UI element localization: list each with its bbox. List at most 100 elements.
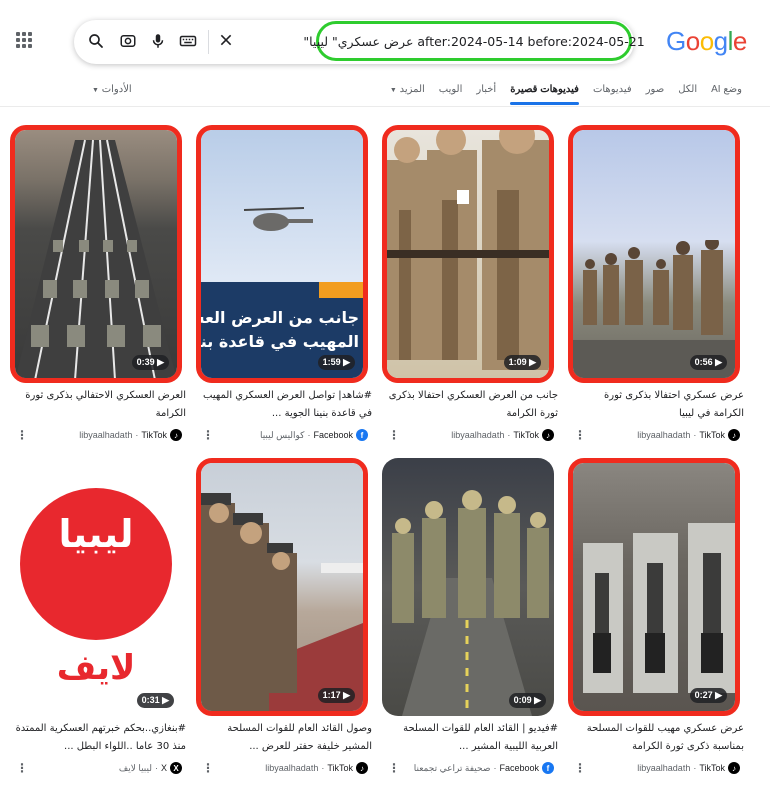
logo-letter: o [685, 26, 700, 56]
video-thumbnail[interactable]: جانب من العرض العسكري المهيب في قاعدة بن… [196, 125, 368, 383]
search-divider [208, 30, 209, 54]
keyboard-icon[interactable] [178, 32, 198, 52]
header: "عرض عسكري" ليبيا after:2024-05-14 befor… [0, 0, 770, 80]
logo-letter: o [699, 26, 714, 56]
video-thumbnail[interactable]: 0:39 ▶ [10, 125, 182, 383]
more-options-icon[interactable]: ⋮ [574, 762, 586, 774]
video-title[interactable]: العرض العسكري الاحتفالي بذكرى ثورة الكرا… [14, 387, 186, 425]
tab-ai-mode[interactable]: وضع AI [711, 84, 742, 95]
tab-news[interactable]: أخبار [476, 84, 496, 95]
tab-more-label: المزيد [399, 84, 425, 95]
video-duration: 0:31 ▶ [136, 693, 174, 708]
video-thumbnail[interactable]: 0:27 ▶ [568, 458, 740, 716]
logo-letter: e [732, 26, 747, 56]
video-title[interactable]: وصول القائد العام للقوات المسلحة المشير … [200, 720, 372, 758]
channel-name: كواليس ليبيا [259, 429, 305, 440]
video-source: f Facebook · صحيفة تراعي تجمعنا [384, 762, 554, 774]
more-options-icon[interactable]: ⋮ [388, 429, 400, 441]
platform-name: X [160, 763, 167, 773]
video-duration: 0:56 ▶ [689, 355, 727, 370]
tab-web[interactable]: الويب [439, 84, 463, 95]
video-thumbnail[interactable]: 0:56 ▶ [568, 125, 740, 383]
channel-name: libyaalhadath [79, 430, 133, 440]
video-source: ♪ TikTok · libyaalhadath [12, 429, 182, 441]
channel-name: libyaalhadath [637, 430, 691, 440]
microphone-icon[interactable] [148, 32, 168, 52]
more-options-icon[interactable]: ⋮ [574, 429, 586, 441]
logo-text: لايف [56, 648, 136, 688]
video-duration: 1:17 ▶ [317, 688, 355, 703]
platform-name: TikTok [699, 763, 725, 773]
video-duration: 1:09 ▶ [503, 355, 541, 370]
tab-short-videos[interactable]: فيديوهات قصيرة [510, 84, 579, 105]
video-duration: 0:39 ▶ [131, 355, 169, 370]
tiktok-icon: ♪ [542, 429, 554, 441]
facebook-icon: f [356, 429, 368, 441]
tiktok-icon: ♪ [356, 762, 368, 774]
platform-name: Facebook [313, 430, 353, 440]
channel-name: libyaalhadath [451, 430, 505, 440]
platform-name: TikTok [327, 763, 353, 773]
video-title[interactable]: عرض عسكري مهيب للقوات المسلحة بمناسبة ذك… [572, 720, 744, 758]
logo-letter: G [666, 26, 686, 56]
video-title[interactable]: #شاهد| تواصل العرض العسكري المهيب في قاع… [200, 387, 372, 425]
video-source: ♪ TikTok · libyaalhadath [198, 762, 368, 774]
thumbnail-overlay-line: جانب من العرض العسكري [201, 308, 359, 327]
video-title[interactable]: جانب من العرض العسكري احتفالا بذكرى ثورة… [386, 387, 558, 425]
video-thumbnail[interactable]: 0:09 ▶ [382, 458, 554, 716]
thumbnail-overlay-line: المهيب في قاعدة بنينا الجو [201, 332, 359, 351]
search-input[interactable]: "عرض عسكري" ليبيا after:2024-05-14 befor… [303, 34, 644, 49]
search-tabs: وضع AI الكل صور فيديوهات فيديوهات قصيرة … [390, 84, 742, 105]
more-options-icon[interactable]: ⋮ [202, 429, 214, 441]
lens-icon[interactable] [118, 32, 138, 52]
video-duration: 0:27 ▶ [689, 688, 727, 703]
video-thumbnail[interactable]: 1:09 ▶ [382, 125, 554, 383]
google-logo[interactable]: Google [666, 26, 747, 57]
video-thumbnail[interactable]: 1:17 ▶ [196, 458, 368, 716]
more-options-icon[interactable]: ⋮ [202, 762, 214, 774]
tiktok-icon: ♪ [170, 429, 182, 441]
logo-text: ليبيا [58, 512, 134, 556]
tools-label: الأدوات [101, 84, 132, 95]
libya-live-logo [20, 488, 172, 640]
video-source: ♪ TikTok · libyaalhadath [570, 429, 740, 441]
tab-videos[interactable]: فيديوهات [593, 84, 632, 95]
x-icon: X [170, 762, 182, 774]
apps-grid-icon[interactable] [16, 32, 32, 48]
video-duration: 1:59 ▶ [317, 355, 355, 370]
more-options-icon[interactable]: ⋮ [16, 429, 28, 441]
video-source: f Facebook · كواليس ليبيا [198, 429, 368, 441]
channel-name: صحيفة تراعي تجمعنا [413, 762, 491, 773]
search-icon[interactable] [86, 32, 106, 52]
video-title[interactable]: عرض عسكري احتفالا بذكرى ثورة الكرامة في … [572, 387, 744, 425]
facebook-icon: f [542, 762, 554, 774]
tab-more[interactable]: المزيد ▼ [390, 84, 425, 95]
channel-name: libyaalhadath [265, 763, 319, 773]
channel-name: libyaalhadath [637, 763, 691, 773]
more-options-icon[interactable]: ⋮ [388, 762, 400, 774]
chevron-down-icon: ▼ [92, 87, 99, 94]
video-title[interactable]: #بنغازي..بحكم خبرتهم العسكرية الممتدة من… [14, 720, 186, 758]
tab-all[interactable]: الكل [678, 84, 697, 95]
tab-images[interactable]: صور [646, 84, 665, 95]
video-title[interactable]: #فيديو | القائد العام للقوات المسلحة الع… [386, 720, 558, 758]
clear-icon[interactable] [216, 32, 236, 52]
video-source: ♪ TikTok · libyaalhadath [570, 762, 740, 774]
search-query-highlight[interactable]: "عرض عسكري" ليبيا after:2024-05-14 befor… [303, 21, 645, 61]
video-source: X X · ليبيا لايف [12, 762, 182, 774]
platform-name: TikTok [513, 430, 539, 440]
tiktok-icon: ♪ [728, 429, 740, 441]
tiktok-icon: ♪ [728, 762, 740, 774]
platform-name: TikTok [699, 430, 725, 440]
video-source: ♪ TikTok · libyaalhadath [384, 429, 554, 441]
tools-button[interactable]: الأدوات ▼ [92, 84, 132, 95]
logo-letter: g [713, 26, 728, 56]
more-options-icon[interactable]: ⋮ [16, 762, 28, 774]
video-duration: 0:09 ▶ [508, 693, 546, 708]
video-thumbnail[interactable]: ليبيا لايف 0:31 ▶ [10, 458, 182, 716]
channel-name: ليبيا لايف [118, 762, 152, 773]
platform-name: Facebook [499, 763, 539, 773]
platform-name: TikTok [141, 430, 167, 440]
chevron-down-icon: ▼ [389, 87, 397, 94]
divider [0, 106, 770, 107]
